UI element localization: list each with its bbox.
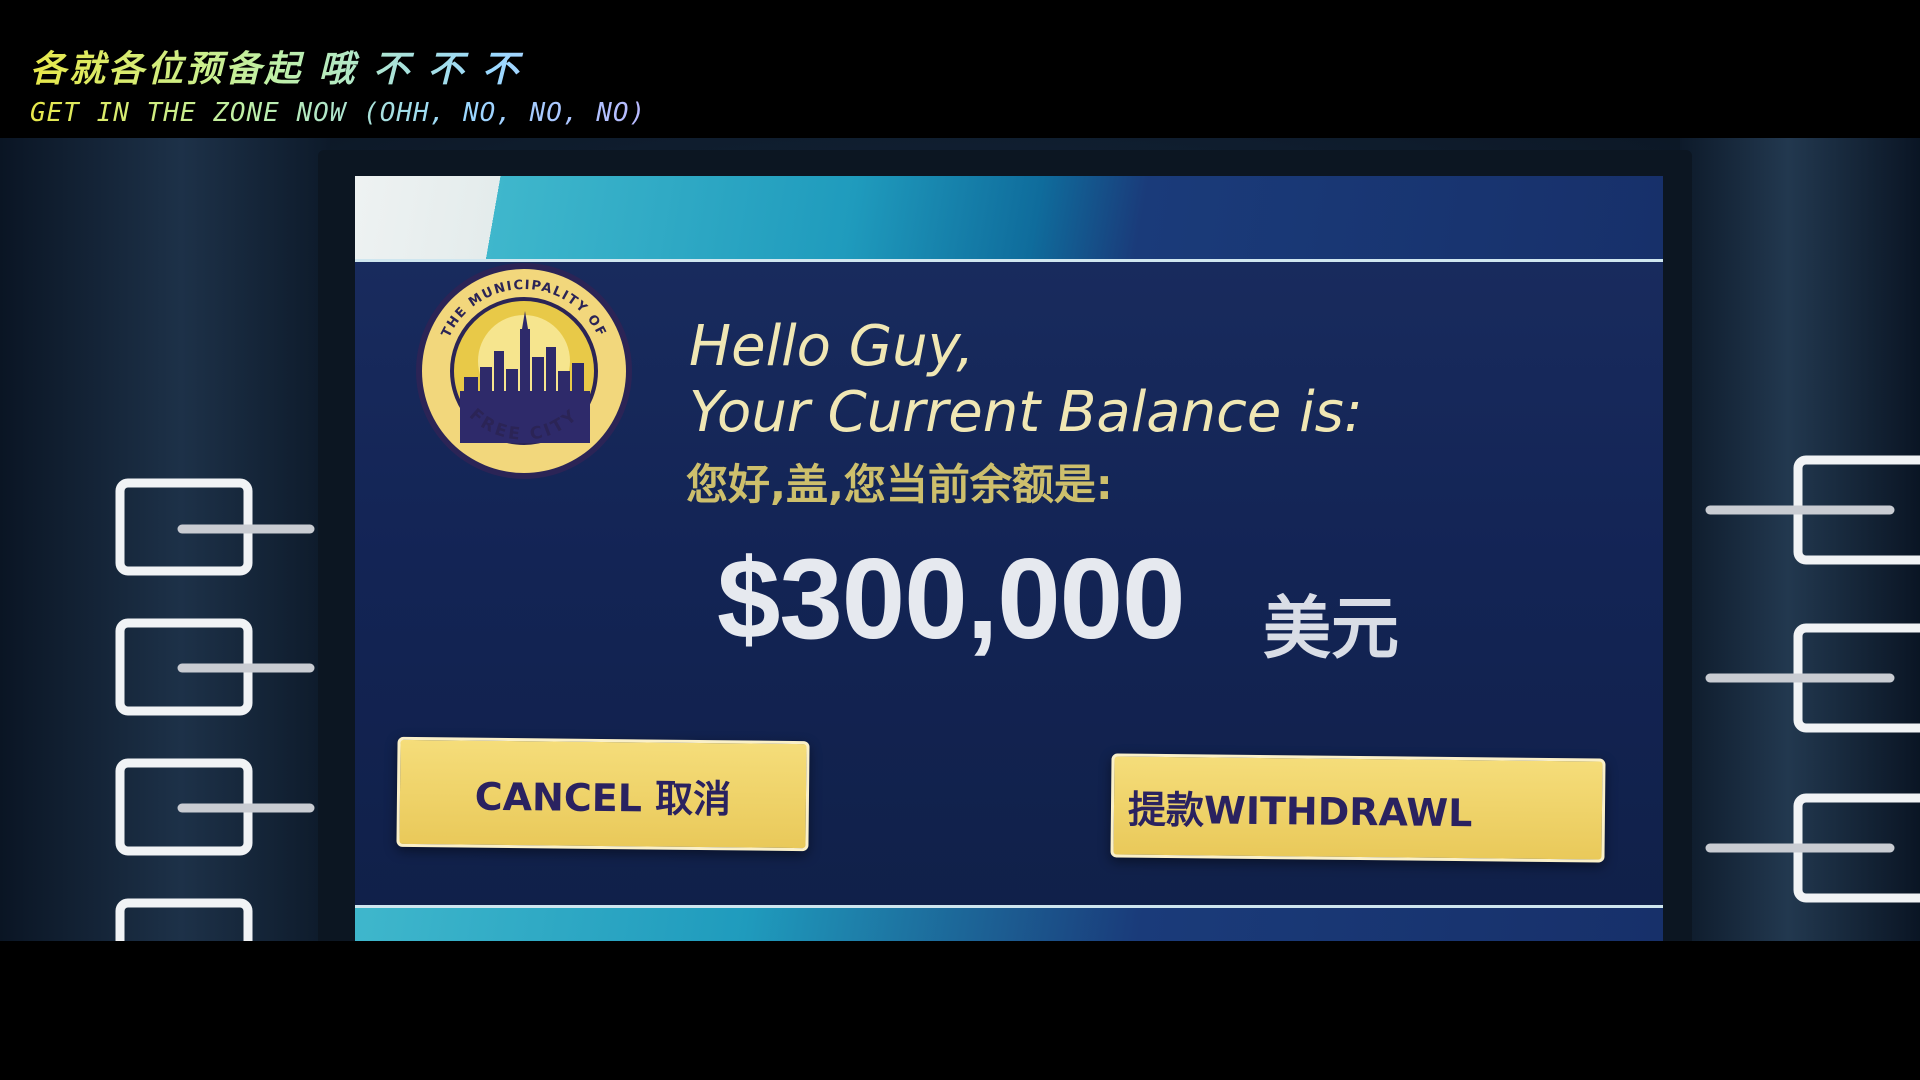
atm-side-keys-left	[115, 478, 315, 941]
subtitle-english: GET IN THE ZONE NOW (OHH, NO, NO, NO)	[30, 98, 647, 128]
subtitle-block: 各就各位预备起 哦 不 不 不 GET IN THE ZONE NOW (OHH…	[30, 40, 646, 128]
cancel-button[interactable]: CANCEL 取消	[396, 736, 810, 852]
greeting: Hello Guy, Your Current Balance is:	[689, 314, 1363, 446]
greeting-line-2: Your Current Balance is:	[689, 380, 1363, 445]
atm-side-keys-right	[1705, 455, 1920, 903]
balance-currency: 美元	[1263, 590, 1400, 669]
balance-amount: $300,000	[717, 536, 1185, 663]
municipality-logo: THE MUNICIPALITY OF FREE CITY	[416, 263, 632, 479]
cancel-button-label: CANCEL 取消	[474, 774, 732, 821]
side-key-left-4	[115, 898, 253, 941]
subtitle-chinese: 各就各位预备起 哦 不 不 不	[30, 40, 646, 92]
withdraw-button-label: 提款WITHDRAWL	[1127, 787, 1473, 835]
greeting-line-1: Hello Guy,	[689, 314, 975, 379]
screen-header-banner	[355, 176, 1663, 262]
screen-footer-banner	[355, 905, 1663, 941]
greeting-chinese: 您好,盖,您当前余额是:	[686, 460, 1113, 509]
withdraw-button[interactable]: 提款WITHDRAWL	[1110, 753, 1606, 863]
atm-scene: THE MUNICIPALITY OF FREE CITY Hello Guy,…	[0, 138, 1920, 941]
